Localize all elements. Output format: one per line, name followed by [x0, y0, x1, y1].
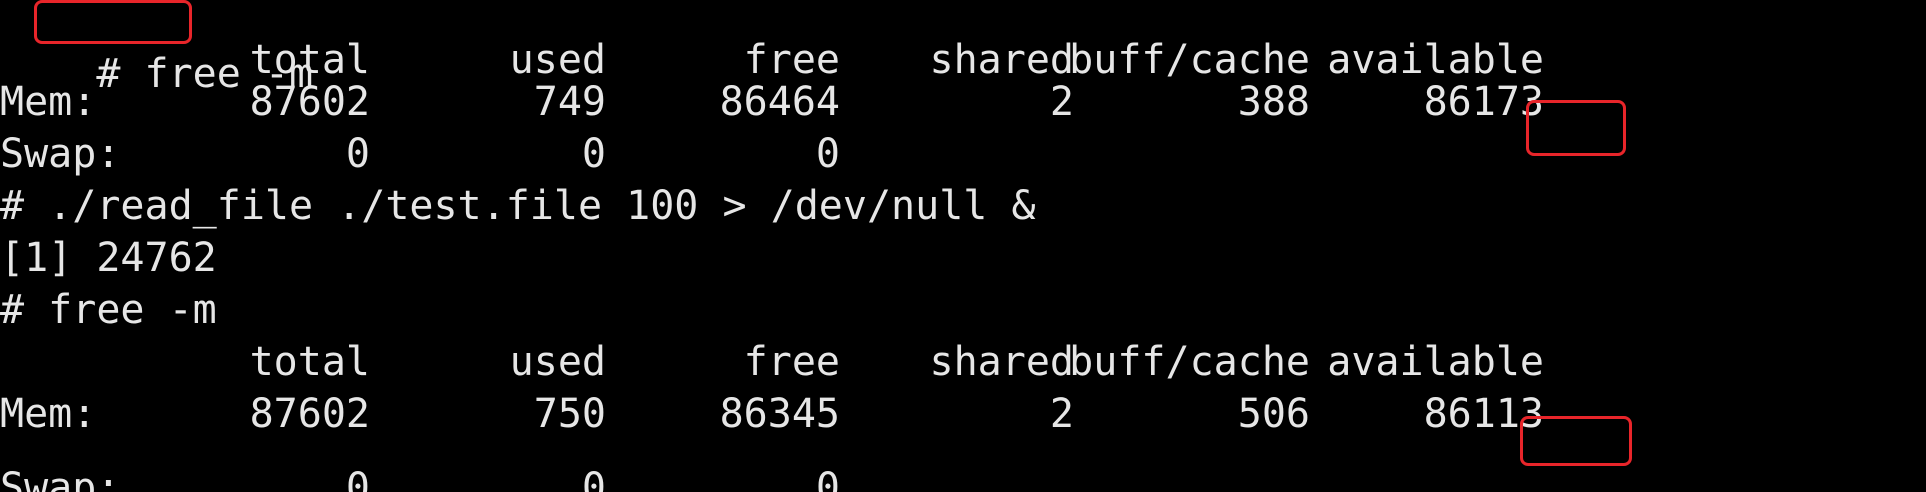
table-row-mem-2: Mem: 87602 750 86345 2 506 86113 [0, 388, 1926, 440]
table-row-mem-1: Mem: 87602 749 86464 2 388 86173 [0, 76, 1926, 128]
mem-used: 750 [533, 391, 606, 437]
mem-shared: 2 [1049, 391, 1074, 437]
swap-used: 0 [581, 131, 606, 177]
header-free: free [743, 339, 840, 385]
mem-shared: 2 [1049, 79, 1074, 125]
header-total: total [249, 339, 370, 385]
highlight-box-buff-cache-2 [1520, 416, 1632, 466]
terminal-window[interactable]: # free -m total used free shared buff/ca… [0, 0, 1926, 492]
mem-free: 86345 [719, 391, 840, 437]
row-label-mem: Mem: [0, 79, 97, 125]
swap-free: 0 [815, 131, 840, 177]
mem-used: 749 [533, 79, 606, 125]
header-shared: shared [929, 339, 1075, 385]
mem-buff-cache: 388 [1237, 79, 1310, 125]
swap-total: 0 [345, 465, 370, 492]
header-buff-cache: buff/cache [1069, 339, 1310, 385]
job-line: [1] 24762 [0, 235, 217, 281]
header-used: used [509, 339, 606, 385]
table-header-row-2: total used free shared buff/cache availa… [0, 336, 1926, 388]
mem-total: 87602 [249, 79, 370, 125]
mem-free: 86464 [719, 79, 840, 125]
table-row-swap-1: Swap: 0 0 0 [0, 128, 1926, 180]
swap-used: 0 [581, 465, 606, 492]
table-row-swap-2: Swap: 0 0 0 [0, 462, 1926, 492]
prompt-line-3: # free -m [0, 287, 217, 333]
mem-total: 87602 [249, 391, 370, 437]
prompt-line-2: # ./read_file ./test.file 100 > /dev/nul… [0, 183, 1036, 229]
swap-total: 0 [345, 131, 370, 177]
row-label-swap: Swap: [0, 465, 121, 492]
row-label-swap: Swap: [0, 131, 121, 177]
swap-free: 0 [815, 465, 840, 492]
header-available: available [1327, 339, 1544, 385]
mem-buff-cache: 506 [1237, 391, 1310, 437]
row-label-mem: Mem: [0, 391, 97, 437]
